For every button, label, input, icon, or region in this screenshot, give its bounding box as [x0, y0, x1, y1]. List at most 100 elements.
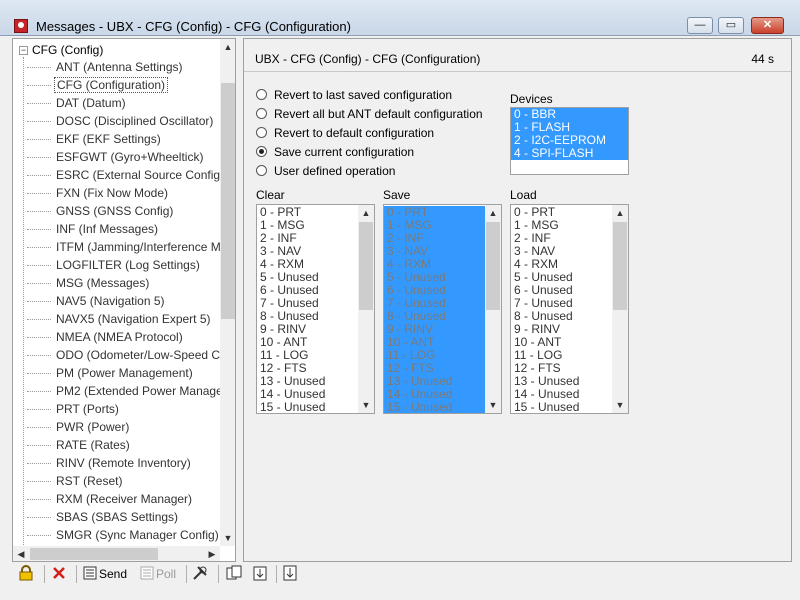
radio-icon[interactable] [256, 89, 267, 100]
scroll-thumb[interactable] [613, 222, 627, 310]
scroll-up-icon[interactable]: ▲ [485, 205, 501, 221]
tree-vertical-scrollbar[interactable]: ▲ ▼ [220, 39, 235, 546]
scroll-down-icon[interactable]: ▼ [612, 397, 628, 413]
delete-button[interactable] [51, 563, 67, 585]
tools-icon [193, 566, 207, 580]
tree-item-label: ANT (Antenna Settings) [56, 60, 183, 74]
page-title: UBX - CFG (Config) - CFG (Configuration) [255, 52, 481, 66]
tree-connector [27, 283, 51, 285]
send-icon [83, 566, 97, 580]
poll-button[interactable]: Poll [140, 563, 176, 585]
list-rows: 0 - PRT 1 - MSG 2 - INF 3 - NAV 4 - RXM 5 - U… [511, 206, 613, 414]
poll-icon [140, 566, 154, 580]
clear-list[interactable]: 0 - PRT 1 - MSG 2 - INF 3 - NAV 4 - RXM 5 - U… [256, 204, 375, 414]
tree-item[interactable]: DAT (Datum) [27, 95, 128, 111]
lock-button[interactable] [18, 563, 34, 585]
tree-item-label: ITFM (Jamming/Interference M [56, 240, 221, 254]
tree-item[interactable]: PM (Power Management) [27, 365, 195, 381]
radio-icon[interactable] [256, 127, 267, 138]
tree-item[interactable]: MSG (Messages) [27, 275, 151, 291]
tree-horizontal-scrollbar[interactable]: ◀ ▶ [13, 546, 220, 561]
scroll-down-icon[interactable]: ▼ [358, 397, 374, 413]
tree-item[interactable]: INF (Inf Messages) [27, 221, 160, 237]
scroll-thumb[interactable] [30, 548, 158, 560]
scroll-thumb[interactable] [359, 222, 373, 310]
scroll-right-icon[interactable]: ▶ [204, 546, 220, 561]
tree-item[interactable]: ODO (Odometer/Low-Speed C [27, 347, 222, 363]
tree-item[interactable]: SMGR (Sync Manager Config) [27, 527, 221, 543]
tree-item[interactable]: RATE (Rates) [27, 437, 132, 453]
paste-button[interactable] [252, 563, 268, 585]
tree-item[interactable]: SBAS (SBAS Settings) [27, 509, 180, 525]
list-item[interactable]: 15 - Unused [511, 401, 613, 414]
tree-connector [27, 103, 51, 105]
tree-item-label: RATE (Rates) [56, 438, 130, 452]
clear-label: Clear [256, 188, 285, 202]
scroll-down-icon[interactable]: ▼ [220, 530, 235, 546]
radio-option[interactable]: User defined operation [256, 162, 395, 180]
list-item[interactable]: 15 - Unused [384, 401, 486, 414]
minimize-button[interactable]: — [687, 17, 713, 34]
devices-list[interactable]: 0 - BBR 1 - FLASH 2 - I2C-EEPROM 4 - SPI-FL… [510, 107, 629, 175]
tree-item[interactable]: ESRC (External Source Config) [27, 167, 226, 183]
tree-connector [27, 427, 51, 429]
tree-item[interactable]: LOGFILTER (Log Settings) [27, 257, 202, 273]
radio-checked-icon[interactable] [256, 146, 267, 157]
tree-item[interactable]: ANT (Antenna Settings) [27, 59, 185, 75]
scroll-down-icon[interactable]: ▼ [485, 397, 501, 413]
maximize-button[interactable]: ▭ [718, 17, 744, 34]
tree-item[interactable]: RXM (Receiver Manager) [27, 491, 194, 507]
scroll-up-icon[interactable]: ▲ [612, 205, 628, 221]
scroll-left-icon[interactable]: ◀ [13, 546, 29, 561]
radio-option[interactable]: Revert to last saved configuration [256, 86, 452, 104]
list-scrollbar[interactable]: ▲ ▼ [485, 205, 501, 413]
export-button[interactable] [282, 563, 298, 585]
tree-item[interactable]: ESFGWT (Gyro+Wheeltick) [27, 149, 205, 165]
load-list[interactable]: 0 - PRT 1 - MSG 2 - INF 3 - NAV 4 - RXM 5 - U… [510, 204, 629, 414]
collapse-icon[interactable]: − [19, 46, 28, 56]
tree-item[interactable]: DOSC (Disciplined Oscillator) [27, 113, 215, 129]
tree-item[interactable]: EKF (EKF Settings) [27, 131, 163, 147]
tree-item[interactable]: RINV (Remote Inventory) [27, 455, 193, 471]
tree-item[interactable]: FXN (Fix Now Mode) [27, 185, 170, 201]
tree-connector [27, 337, 51, 339]
tree-item[interactable]: NAV5 (Navigation 5) [27, 293, 167, 309]
message-tree[interactable]: − CFG (Config) ANT (Antenna Settings) CFG … [12, 38, 236, 562]
poll-label: Poll [156, 567, 177, 581]
list-scrollbar[interactable]: ▲ ▼ [612, 205, 628, 413]
send-button[interactable]: Send [83, 563, 127, 585]
tree-item[interactable]: NMEA (NMEA Protocol) [27, 329, 185, 345]
scroll-thumb[interactable] [486, 222, 500, 310]
save-list[interactable]: 0 - PRT 1 - MSG 2 - INF 3 - NAV 4 - RXM 5 - U… [383, 204, 502, 414]
tree-item[interactable]: ITFM (Jamming/Interference M [27, 239, 223, 255]
tree-item[interactable]: PRT (Ports) [27, 401, 121, 417]
scroll-up-icon[interactable]: ▲ [358, 205, 374, 221]
list-item[interactable]: 15 - Unused [257, 401, 359, 414]
tree-item[interactable]: NAVX5 (Navigation Expert 5) [27, 311, 213, 327]
radio-option[interactable]: Revert to default configuration [256, 124, 434, 142]
radio-icon[interactable] [256, 165, 267, 176]
tools-button[interactable] [192, 563, 208, 585]
toolbar-separator [44, 565, 45, 583]
tree-item[interactable]: PWR (Power) [27, 419, 131, 435]
tree-item[interactable]: RST (Reset) [27, 473, 124, 489]
radio-option[interactable]: Revert all but ANT default configuration [256, 105, 483, 123]
close-button[interactable]: ✕ [751, 17, 784, 34]
list-rows: 0 - PRT 1 - MSG 2 - INF 3 - NAV 4 - RXM 5 - U… [257, 206, 359, 414]
device-item[interactable]: 4 - SPI-FLASH [511, 147, 628, 160]
scroll-thumb[interactable] [221, 83, 235, 319]
tree-connector [27, 157, 51, 159]
copy-button[interactable] [226, 563, 242, 585]
radio-icon[interactable] [256, 108, 267, 119]
radio-option[interactable]: Save current configuration [256, 143, 414, 161]
load-label: Load [510, 188, 537, 202]
tree-root-cfg[interactable]: − CFG (Config) [19, 42, 103, 58]
scroll-up-icon[interactable]: ▲ [220, 39, 235, 55]
radio-label: Revert to default configuration [274, 126, 435, 140]
tree-item-label: NMEA (NMEA Protocol) [56, 330, 183, 344]
tree-item[interactable]: PM2 (Extended Power Manager [27, 383, 229, 399]
delete-icon [53, 567, 65, 579]
tree-item[interactable]: CFG (Configuration) [27, 77, 169, 93]
list-scrollbar[interactable]: ▲ ▼ [358, 205, 374, 413]
tree-item[interactable]: GNSS (GNSS Config) [27, 203, 175, 219]
